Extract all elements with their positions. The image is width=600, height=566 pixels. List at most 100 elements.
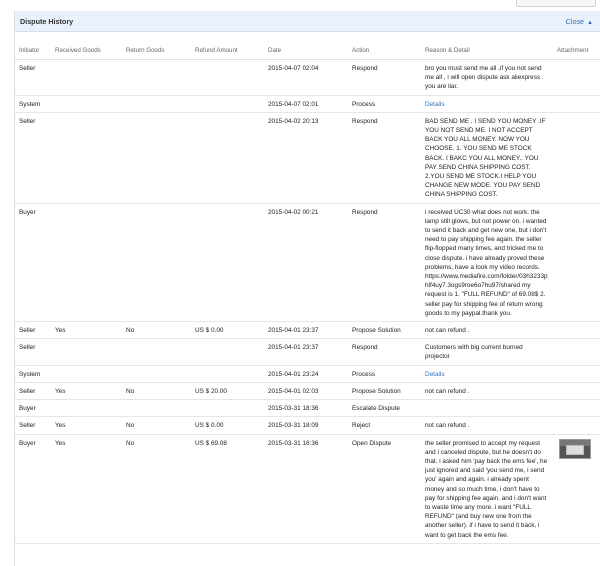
table-row: Seller 2015-04-02 20:13 Respond BAD SEND ME…: [15, 112, 600, 204]
top-tab[interactable]: [516, 0, 596, 7]
date-cell: 2015-04-01 23:24: [264, 365, 348, 383]
initiator-cell: Seller: [15, 321, 51, 340]
col-action: Action: [348, 42, 421, 60]
attachment-thumbnail[interactable]: [559, 438, 591, 459]
close-label[interactable]: Close: [566, 17, 584, 26]
reason-cell: Details: [421, 365, 553, 383]
initiator-cell: Seller: [15, 112, 51, 204]
return-goods-cell: [122, 203, 191, 323]
date-cell: 2015-04-01 23:37: [264, 321, 348, 340]
date-cell: 2015-04-01 02:03: [264, 382, 348, 401]
return-goods-cell: [122, 399, 191, 418]
dispute-history-panel: Dispute History Close ▲ Initiator Receive…: [14, 11, 600, 566]
date-cell: 2015-04-07 02:04: [264, 59, 348, 96]
caret-up-icon[interactable]: ▲: [587, 20, 593, 26]
action-cell: Open Dispute: [348, 434, 421, 544]
date-cell: 2015-04-01 23:37: [264, 338, 348, 366]
dispute-history-table: Initiator Received Goods Return Goods Re…: [15, 42, 600, 544]
panel-header: Dispute History Close ▲: [15, 11, 600, 32]
col-refund-amount: Refund Amount: [191, 42, 264, 60]
received-goods-cell: Yes: [51, 416, 122, 435]
refund-amount-cell: US $ 0.00: [191, 416, 264, 435]
table-row: Buyer 2015-03-31 18:36 Escalate Dispute: [15, 399, 600, 418]
attachment-cell: [553, 434, 600, 544]
received-goods-cell: [51, 399, 122, 418]
reason-cell: [421, 399, 553, 418]
table-row: System 2015-04-01 23:24 Process Details: [15, 365, 600, 383]
table-header-row: Initiator Received Goods Return Goods Re…: [15, 42, 600, 60]
col-date: Date: [264, 42, 348, 60]
attachment-cell: [553, 382, 600, 401]
initiator-cell: Seller: [15, 416, 51, 435]
reason-cell: BAD SEND ME . I SEND YOU MONEY .IF YOU N…: [421, 112, 553, 204]
action-cell: Respond: [348, 112, 421, 204]
received-goods-cell: Yes: [51, 321, 122, 340]
panel-title: Dispute History: [20, 17, 74, 26]
action-cell: Escalate Dispute: [348, 399, 421, 418]
attachment-cell: [553, 112, 600, 204]
reason-cell: not can refund .: [421, 416, 553, 435]
refund-amount-cell: [191, 399, 264, 418]
col-initiator: Initiator: [15, 42, 51, 60]
initiator-cell: Seller: [15, 59, 51, 96]
received-goods-cell: [51, 203, 122, 323]
refund-amount-cell: US $ 20.00: [191, 382, 264, 401]
col-return-goods: Return Goods: [122, 42, 191, 60]
received-goods-cell: Yes: [51, 382, 122, 401]
top-bar: [0, 0, 600, 11]
action-cell: Process: [348, 95, 421, 113]
attachment-cell: [553, 399, 600, 418]
attachment-cell: [553, 365, 600, 383]
attachment-cell: [553, 203, 600, 323]
return-goods-cell: [122, 365, 191, 383]
action-cell: Respond: [348, 203, 421, 323]
received-goods-cell: [51, 365, 122, 383]
action-cell: Process: [348, 365, 421, 383]
reason-cell: Details: [421, 95, 553, 113]
col-attachment: Attachment: [553, 42, 600, 60]
initiator-cell: System: [15, 95, 51, 113]
action-cell: Propose Solution: [348, 321, 421, 340]
action-cell: Propose Solution: [348, 382, 421, 401]
details-link[interactable]: Details: [425, 371, 445, 378]
action-cell: Respond: [348, 59, 421, 96]
date-cell: 2015-03-31 16:36: [264, 434, 348, 544]
reason-cell: not can refund .: [421, 321, 553, 340]
details-link[interactable]: Details: [425, 101, 445, 108]
table-row: System 2015-04-07 02:01 Process Details: [15, 95, 600, 113]
table-row: Seller 2015-04-01 23:37 Respond Customers w…: [15, 338, 600, 366]
initiator-cell: Buyer: [15, 434, 51, 544]
col-reason: Reason & Detail: [421, 42, 553, 60]
reason-cell: the seller promised to accept my request…: [421, 434, 553, 544]
return-goods-cell: [122, 95, 191, 113]
refund-amount-cell: US $ 0.00: [191, 321, 264, 340]
received-goods-cell: [51, 338, 122, 366]
attachment-cell: [553, 95, 600, 113]
refund-amount-cell: [191, 95, 264, 113]
date-cell: 2015-04-02 00:21: [264, 203, 348, 323]
refund-amount-cell: [191, 203, 264, 323]
initiator-cell: Buyer: [15, 399, 51, 418]
table-row: Seller Yes No US $ 0.00 2015-04-01 23:37 Prop…: [15, 321, 600, 340]
initiator-cell: Seller: [15, 338, 51, 366]
initiator-cell: Buyer: [15, 203, 51, 323]
refund-amount-cell: [191, 112, 264, 204]
received-goods-cell: [51, 95, 122, 113]
action-cell: Reject: [348, 416, 421, 435]
received-goods-cell: Yes: [51, 434, 122, 544]
return-goods-cell: No: [122, 416, 191, 435]
table-row: Buyer Yes No US $ 69.08 2015-03-31 16:36 Open…: [15, 434, 600, 544]
attachment-cell: [553, 416, 600, 435]
received-goods-cell: [51, 59, 122, 96]
attachment-cell: [553, 338, 600, 366]
refund-amount-cell: [191, 59, 264, 96]
refund-amount-cell: US $ 69.08: [191, 434, 264, 544]
action-cell: Respond: [348, 338, 421, 366]
return-goods-cell: [122, 338, 191, 366]
date-cell: 2015-04-02 20:13: [264, 112, 348, 204]
close-link[interactable]: Close ▲: [566, 17, 593, 26]
received-goods-cell: [51, 112, 122, 204]
reason-cell: i received UC30 what does not work. the …: [421, 203, 553, 323]
reason-cell: Customers with big current burned projec…: [421, 338, 553, 366]
col-received-goods: Received Goods: [51, 42, 122, 60]
